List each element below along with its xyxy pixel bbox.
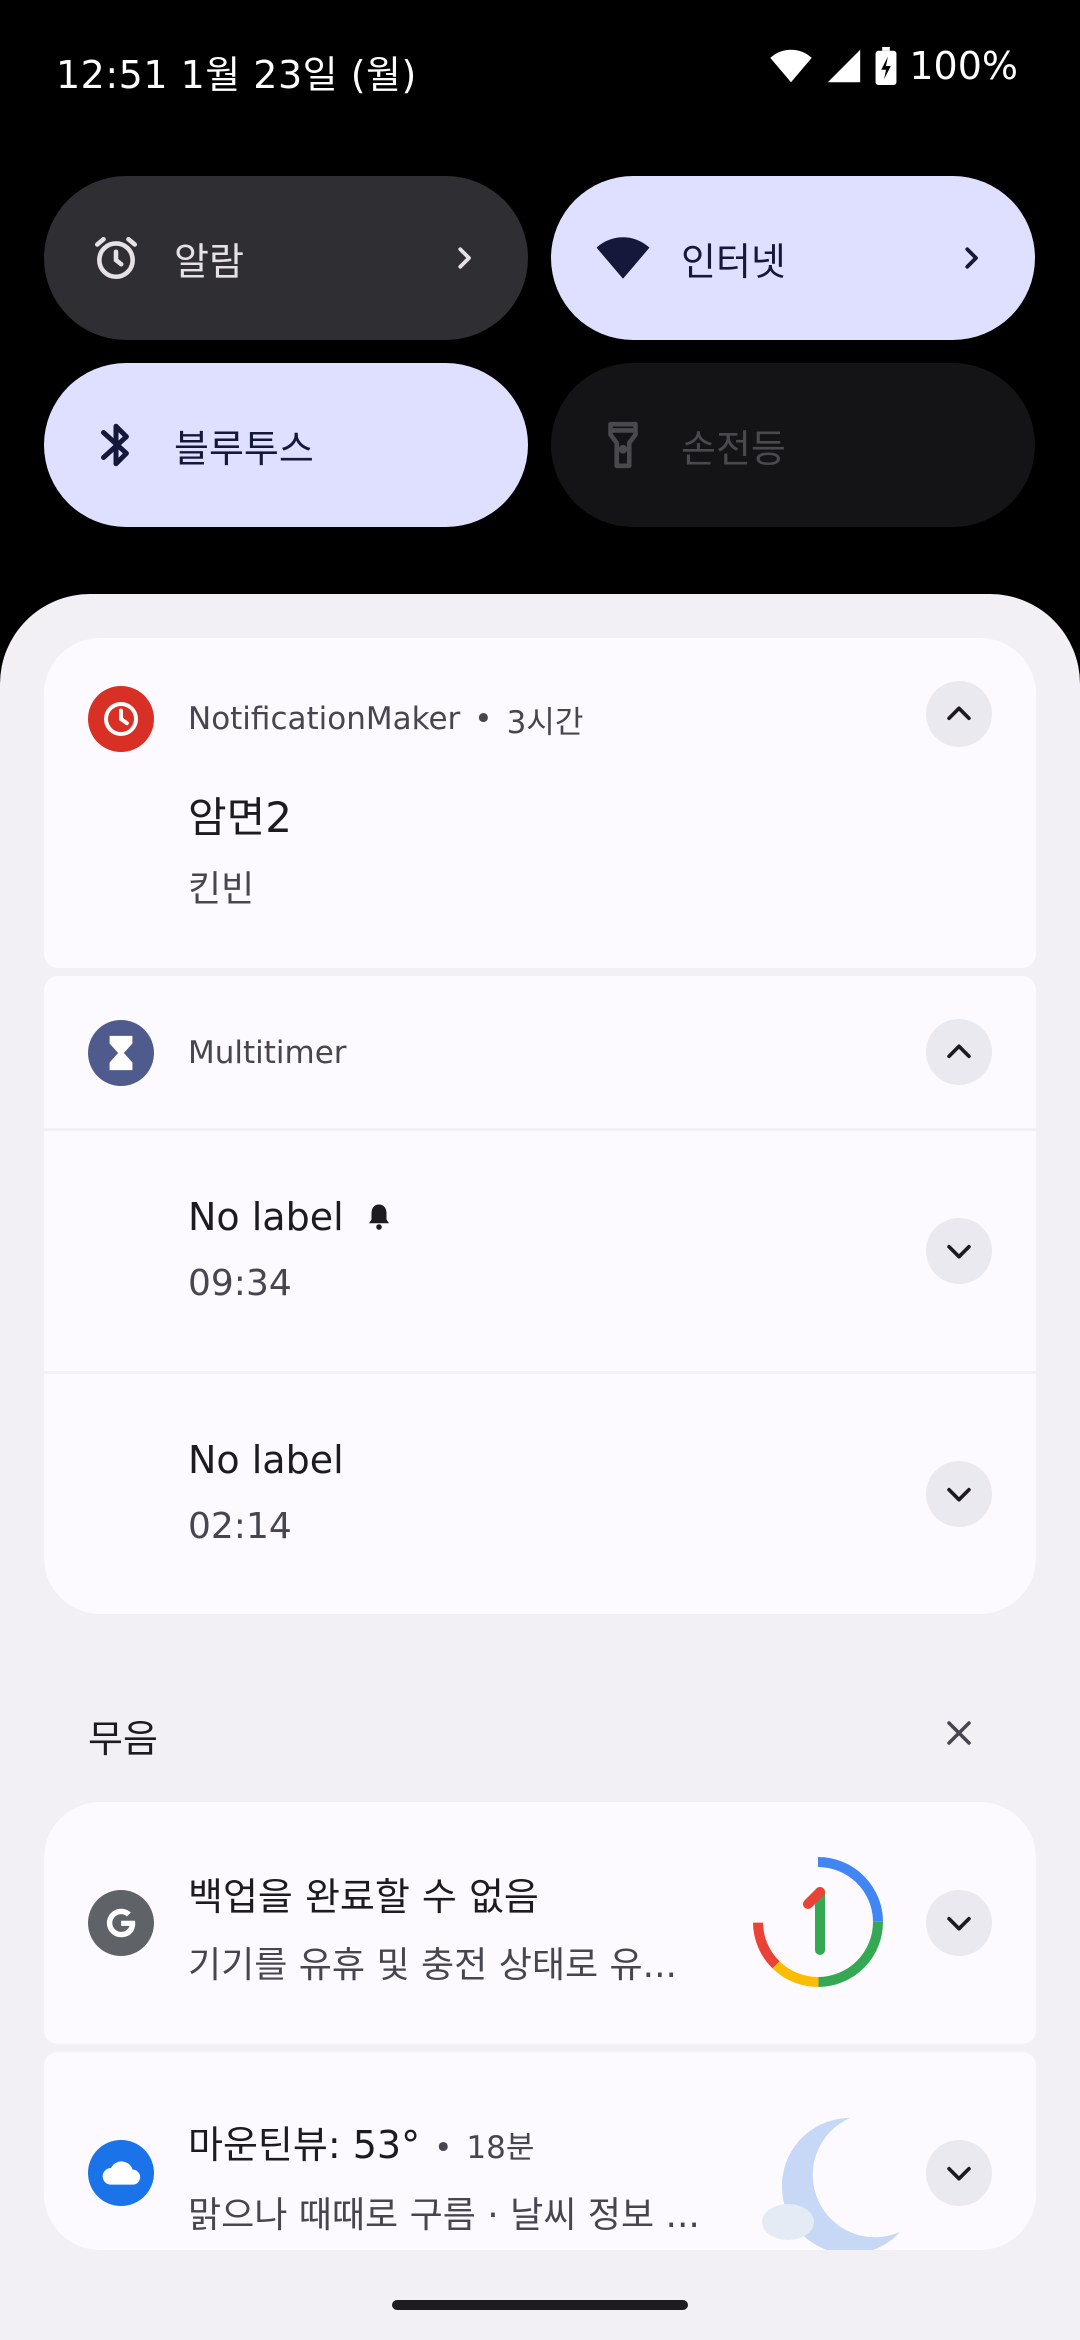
battery-percentage: 100% xyxy=(909,44,1018,88)
tile-bluetooth[interactable]: 블루투스 xyxy=(44,363,528,527)
tile-label: 블루투스 xyxy=(174,426,314,471)
expand-button[interactable] xyxy=(926,2140,992,2206)
separator-dot: • xyxy=(474,701,493,737)
flashlight-icon xyxy=(595,417,651,473)
app-name: Multitimer xyxy=(188,1035,347,1071)
close-icon[interactable] xyxy=(934,1708,984,1758)
google-g-icon xyxy=(88,1890,154,1956)
battery-charging-icon xyxy=(875,47,897,85)
wifi-icon xyxy=(769,48,813,84)
tile-internet[interactable]: 인터넷 xyxy=(551,176,1035,340)
tile-label: 인터넷 xyxy=(681,239,786,284)
notification-header: Multitimer xyxy=(88,1020,347,1086)
status-icons: 100% xyxy=(769,44,1018,88)
notification-header: NotificationMaker • 3시간 xyxy=(88,686,583,752)
notification-time: 18분 xyxy=(466,2130,535,2166)
tile-label: 손전등 xyxy=(681,426,786,471)
notification-text: 킨빈 xyxy=(188,869,255,910)
collapse-button[interactable] xyxy=(926,681,992,747)
notification-time: 3시간 xyxy=(506,704,584,741)
timer-title: No label xyxy=(188,1438,344,1482)
hourglass-icon xyxy=(88,1020,154,1086)
notification-title: 백업을 완료할 수 없음 xyxy=(188,1875,539,1919)
status-bar: 12:51 1월 23일 (월) 100% xyxy=(0,0,1080,140)
notification-title: 마운틴뷰: 53° xyxy=(188,2123,421,2167)
wifi-icon xyxy=(595,230,651,286)
timer-notification[interactable]: No label 02:14 xyxy=(44,1374,1036,1614)
app-name: NotificationMaker xyxy=(188,701,461,737)
timer-notification[interactable]: No label 09:34 xyxy=(44,1131,1036,1371)
bell-icon xyxy=(364,1202,394,1232)
google-one-logo xyxy=(750,1854,886,1990)
collapse-button[interactable] xyxy=(926,1019,992,1085)
notification-card-notificationmaker[interactable]: NotificationMaker • 3시간 암면2 킨빈 xyxy=(44,638,1036,968)
notification-title: 암면2 xyxy=(188,793,293,842)
chevron-right-icon[interactable] xyxy=(945,232,997,284)
notification-card-weather[interactable]: 마운틴뷰: 53° • 18분 맑으나 때때로 구름 · 날씨 정보 ... xyxy=(44,2052,1036,2250)
status-time: 12:51 1월 23일 (월) xyxy=(56,53,417,97)
timer-title-row: No label xyxy=(188,1195,394,1239)
notification-text: 맑으나 때때로 구름 · 날씨 정보 ... xyxy=(188,2195,700,2236)
weather-title-row: 마운틴뷰: 53° • 18분 xyxy=(188,2114,534,2169)
timer-title: No label xyxy=(188,1195,344,1239)
expand-button[interactable] xyxy=(926,1218,992,1284)
chevron-right-icon[interactable] xyxy=(438,232,490,284)
cloud-icon xyxy=(88,2140,154,2206)
separator-dot: • xyxy=(434,2130,453,2166)
expand-button[interactable] xyxy=(926,1890,992,1956)
moon-cloud-icon xyxy=(750,2112,900,2250)
section-title-silent: 무음 xyxy=(88,1717,158,1761)
timer-time: 09:34 xyxy=(188,1263,292,1304)
notification-card-backup[interactable]: 백업을 완료할 수 없음 기기를 유휴 및 충전 상태로 유... xyxy=(44,1802,1036,2044)
timer-time: 02:14 xyxy=(188,1506,292,1547)
alarm-clock-icon xyxy=(88,230,144,286)
tile-label: 알람 xyxy=(174,239,244,284)
notification-card-multitimer[interactable]: Multitimer xyxy=(44,976,1036,1128)
expand-button[interactable] xyxy=(926,1461,992,1527)
tile-flashlight[interactable]: 손전등 xyxy=(551,363,1035,527)
notification-text: 기기를 유휴 및 충전 상태로 유... xyxy=(188,1945,677,1986)
tile-alarm[interactable]: 알람 xyxy=(44,176,528,340)
signal-icon xyxy=(825,48,863,84)
gesture-home-handle[interactable] xyxy=(392,2300,688,2310)
clock-icon xyxy=(88,686,154,752)
bluetooth-icon xyxy=(88,417,144,473)
